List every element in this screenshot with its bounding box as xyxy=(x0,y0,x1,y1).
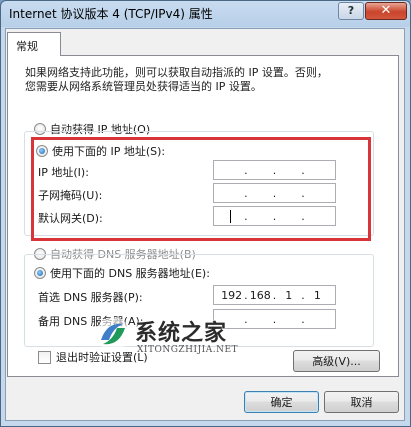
advanced-button[interactable]: 高级(V)... xyxy=(293,350,380,372)
preferred-dns-input[interactable]: 192. 168. 1. 1 xyxy=(213,285,336,305)
preferred-dns-label: 首选 DNS 服务器(P): xyxy=(38,291,143,304)
radio-manual-dns-label: 使用下面的 DNS 服务器地址(E): xyxy=(50,267,210,280)
radio-manual-dns[interactable]: 使用下面的 DNS 服务器地址(E): xyxy=(34,265,213,281)
validate-on-exit-box[interactable] xyxy=(38,350,51,364)
window-title: Internet 协议版本 4 (TCP/IPv4) 属性 xyxy=(9,7,213,21)
watermark-logo-icon xyxy=(96,317,130,351)
preferred-dns-octet-3[interactable]: 1 xyxy=(278,289,300,302)
description-line-2: 您需要从网络系统管理员处获得适当的 IP 设置。 xyxy=(25,80,262,93)
close-button[interactable]: ✕ xyxy=(365,2,407,20)
preferred-dns-octet-4[interactable]: 1 xyxy=(306,289,328,302)
tab-general[interactable]: 常规 xyxy=(7,32,61,56)
help-button[interactable]: ? xyxy=(338,2,364,20)
watermark-url: XITONGZHIJIA.NET xyxy=(137,345,239,355)
cancel-button[interactable]: 取消 xyxy=(324,391,399,413)
ip-dot: . xyxy=(301,312,305,326)
preferred-dns-octet-2[interactable]: 168 xyxy=(249,289,271,302)
validate-on-exit-checkbox[interactable]: 退出时验证设置(L) xyxy=(38,349,148,365)
radio-manual-dns-circle[interactable] xyxy=(34,267,46,279)
annotation-highlight-box xyxy=(31,137,371,241)
preferred-dns-octet-1[interactable]: 192 xyxy=(221,289,243,302)
ip-dot: . xyxy=(244,288,248,302)
ip-dot: . xyxy=(272,288,277,302)
ok-button[interactable]: 确定 xyxy=(244,391,319,413)
ip-dot: . xyxy=(301,288,305,302)
title-bar[interactable]: Internet 协议版本 4 (TCP/IPv4) 属性 ? ✕ xyxy=(1,1,410,25)
validate-on-exit-label: 退出时验证设置(L) xyxy=(56,351,148,364)
description-line-1: 如果网络支持此功能，则可以获取自动指派的 IP 设置。否则， xyxy=(25,66,328,79)
description-text: 如果网络支持此功能，则可以获取自动指派的 IP 设置。否则， 您需要从网络系统管… xyxy=(25,66,395,94)
watermark-brand: 系统之家 xyxy=(135,321,228,346)
